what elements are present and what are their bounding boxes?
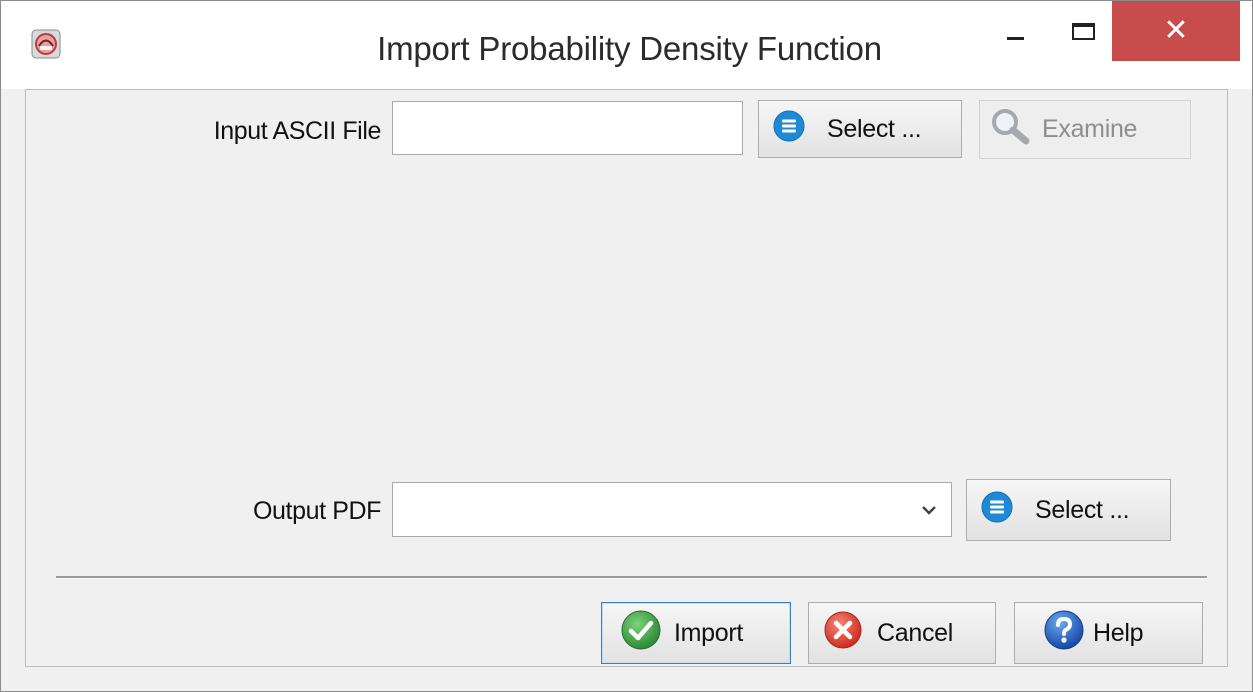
cancel-label: Cancel	[877, 618, 954, 647]
close-button[interactable]: ✕	[1112, 1, 1240, 61]
output-select-label: Select ...	[1035, 495, 1130, 524]
maximize-button[interactable]	[1058, 1, 1108, 61]
help-label: Help	[1093, 618, 1144, 647]
output-pdf-dropdown[interactable]	[392, 482, 952, 537]
question-mark-icon	[1043, 609, 1085, 658]
output-pdf-label: Output PDF	[253, 497, 381, 525]
list-icon	[981, 491, 1013, 530]
list-icon	[773, 110, 805, 149]
import-label: Import	[674, 618, 744, 647]
examine-label: Examine	[1042, 115, 1138, 143]
minimize-button[interactable]	[993, 1, 1038, 61]
dialog-window: Import Probability Density Function ✕ In…	[0, 0, 1253, 692]
checkmark-icon	[620, 609, 662, 658]
import-button[interactable]: Import	[601, 602, 791, 664]
minimize-icon	[1007, 36, 1024, 40]
help-button[interactable]: Help	[1014, 602, 1203, 664]
cancel-button[interactable]: Cancel	[808, 602, 996, 664]
content-panel: Input ASCII File Select ... Examine Outp…	[25, 89, 1228, 667]
input-select-button[interactable]: Select ...	[758, 100, 962, 158]
input-ascii-file-field[interactable]	[392, 101, 743, 155]
separator	[56, 576, 1207, 579]
close-icon: ✕	[1163, 14, 1189, 47]
output-select-button[interactable]: Select ...	[966, 479, 1171, 541]
input-ascii-file-label: Input ASCII File	[213, 117, 382, 145]
input-select-label: Select ...	[827, 114, 922, 143]
examine-button[interactable]: Examine	[979, 100, 1191, 159]
cancel-x-icon	[823, 610, 863, 657]
title-bar: Import Probability Density Function ✕	[1, 1, 1252, 89]
chevron-down-icon[interactable]	[921, 483, 937, 536]
maximize-icon	[1071, 22, 1095, 40]
magnifier-icon	[990, 107, 1032, 152]
